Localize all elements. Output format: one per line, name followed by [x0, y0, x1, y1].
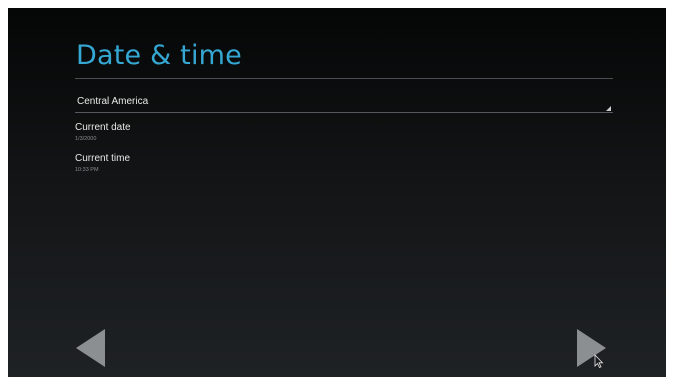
page-title: Date & time [76, 40, 242, 71]
timezone-selected-value: Central America [77, 96, 149, 107]
setup-wizard-screen: Date & time Central America Current date… [8, 8, 666, 377]
timezone-dropdown[interactable]: Central America [75, 94, 613, 113]
current-date-value: 1/3/2000 [75, 136, 97, 142]
mouse-pointer-icon [594, 354, 604, 368]
current-time-value: 10:33 PM [75, 167, 99, 173]
current-date-setting[interactable]: Current date 1/3/2000 [75, 122, 375, 148]
dropdown-underline [75, 112, 613, 113]
triangle-left-icon [76, 329, 105, 367]
dropdown-corner-icon [606, 106, 611, 111]
current-time-setting[interactable]: Current time 10:33 PM [75, 153, 375, 179]
back-button[interactable] [74, 328, 106, 368]
title-divider [75, 78, 613, 79]
current-date-title: Current date [75, 122, 131, 133]
current-time-title: Current time [75, 153, 131, 164]
